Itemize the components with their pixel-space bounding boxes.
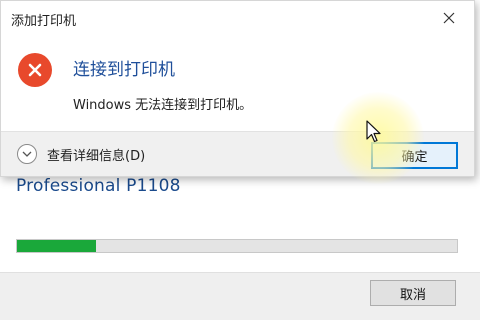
close-button[interactable] [426, 1, 472, 35]
error-message: Windows 无法连接到打印机。 [73, 98, 253, 113]
progress-bar [16, 239, 458, 253]
cancel-button[interactable]: 取消 [370, 280, 456, 306]
error-dialog: 添加打印机 连接到打印机 Windows 无法连接到打印机。 查看详细信息(D)… [0, 0, 475, 177]
details-toggle[interactable]: 查看详细信息(D) [17, 144, 145, 164]
ok-button[interactable]: 确定 [371, 142, 458, 169]
printer-name: Professional P1108 [16, 176, 181, 196]
dialog-titlebar[interactable]: 添加打印机 [1, 1, 474, 35]
details-label: 查看详细信息(D) [47, 148, 146, 164]
progress-fill [17, 240, 97, 252]
error-icon [18, 53, 52, 87]
dialog-title: 添加打印机 [11, 14, 77, 29]
close-icon [443, 12, 455, 24]
error-heading: 连接到打印机 [73, 60, 175, 80]
chevron-down-icon [17, 144, 37, 164]
